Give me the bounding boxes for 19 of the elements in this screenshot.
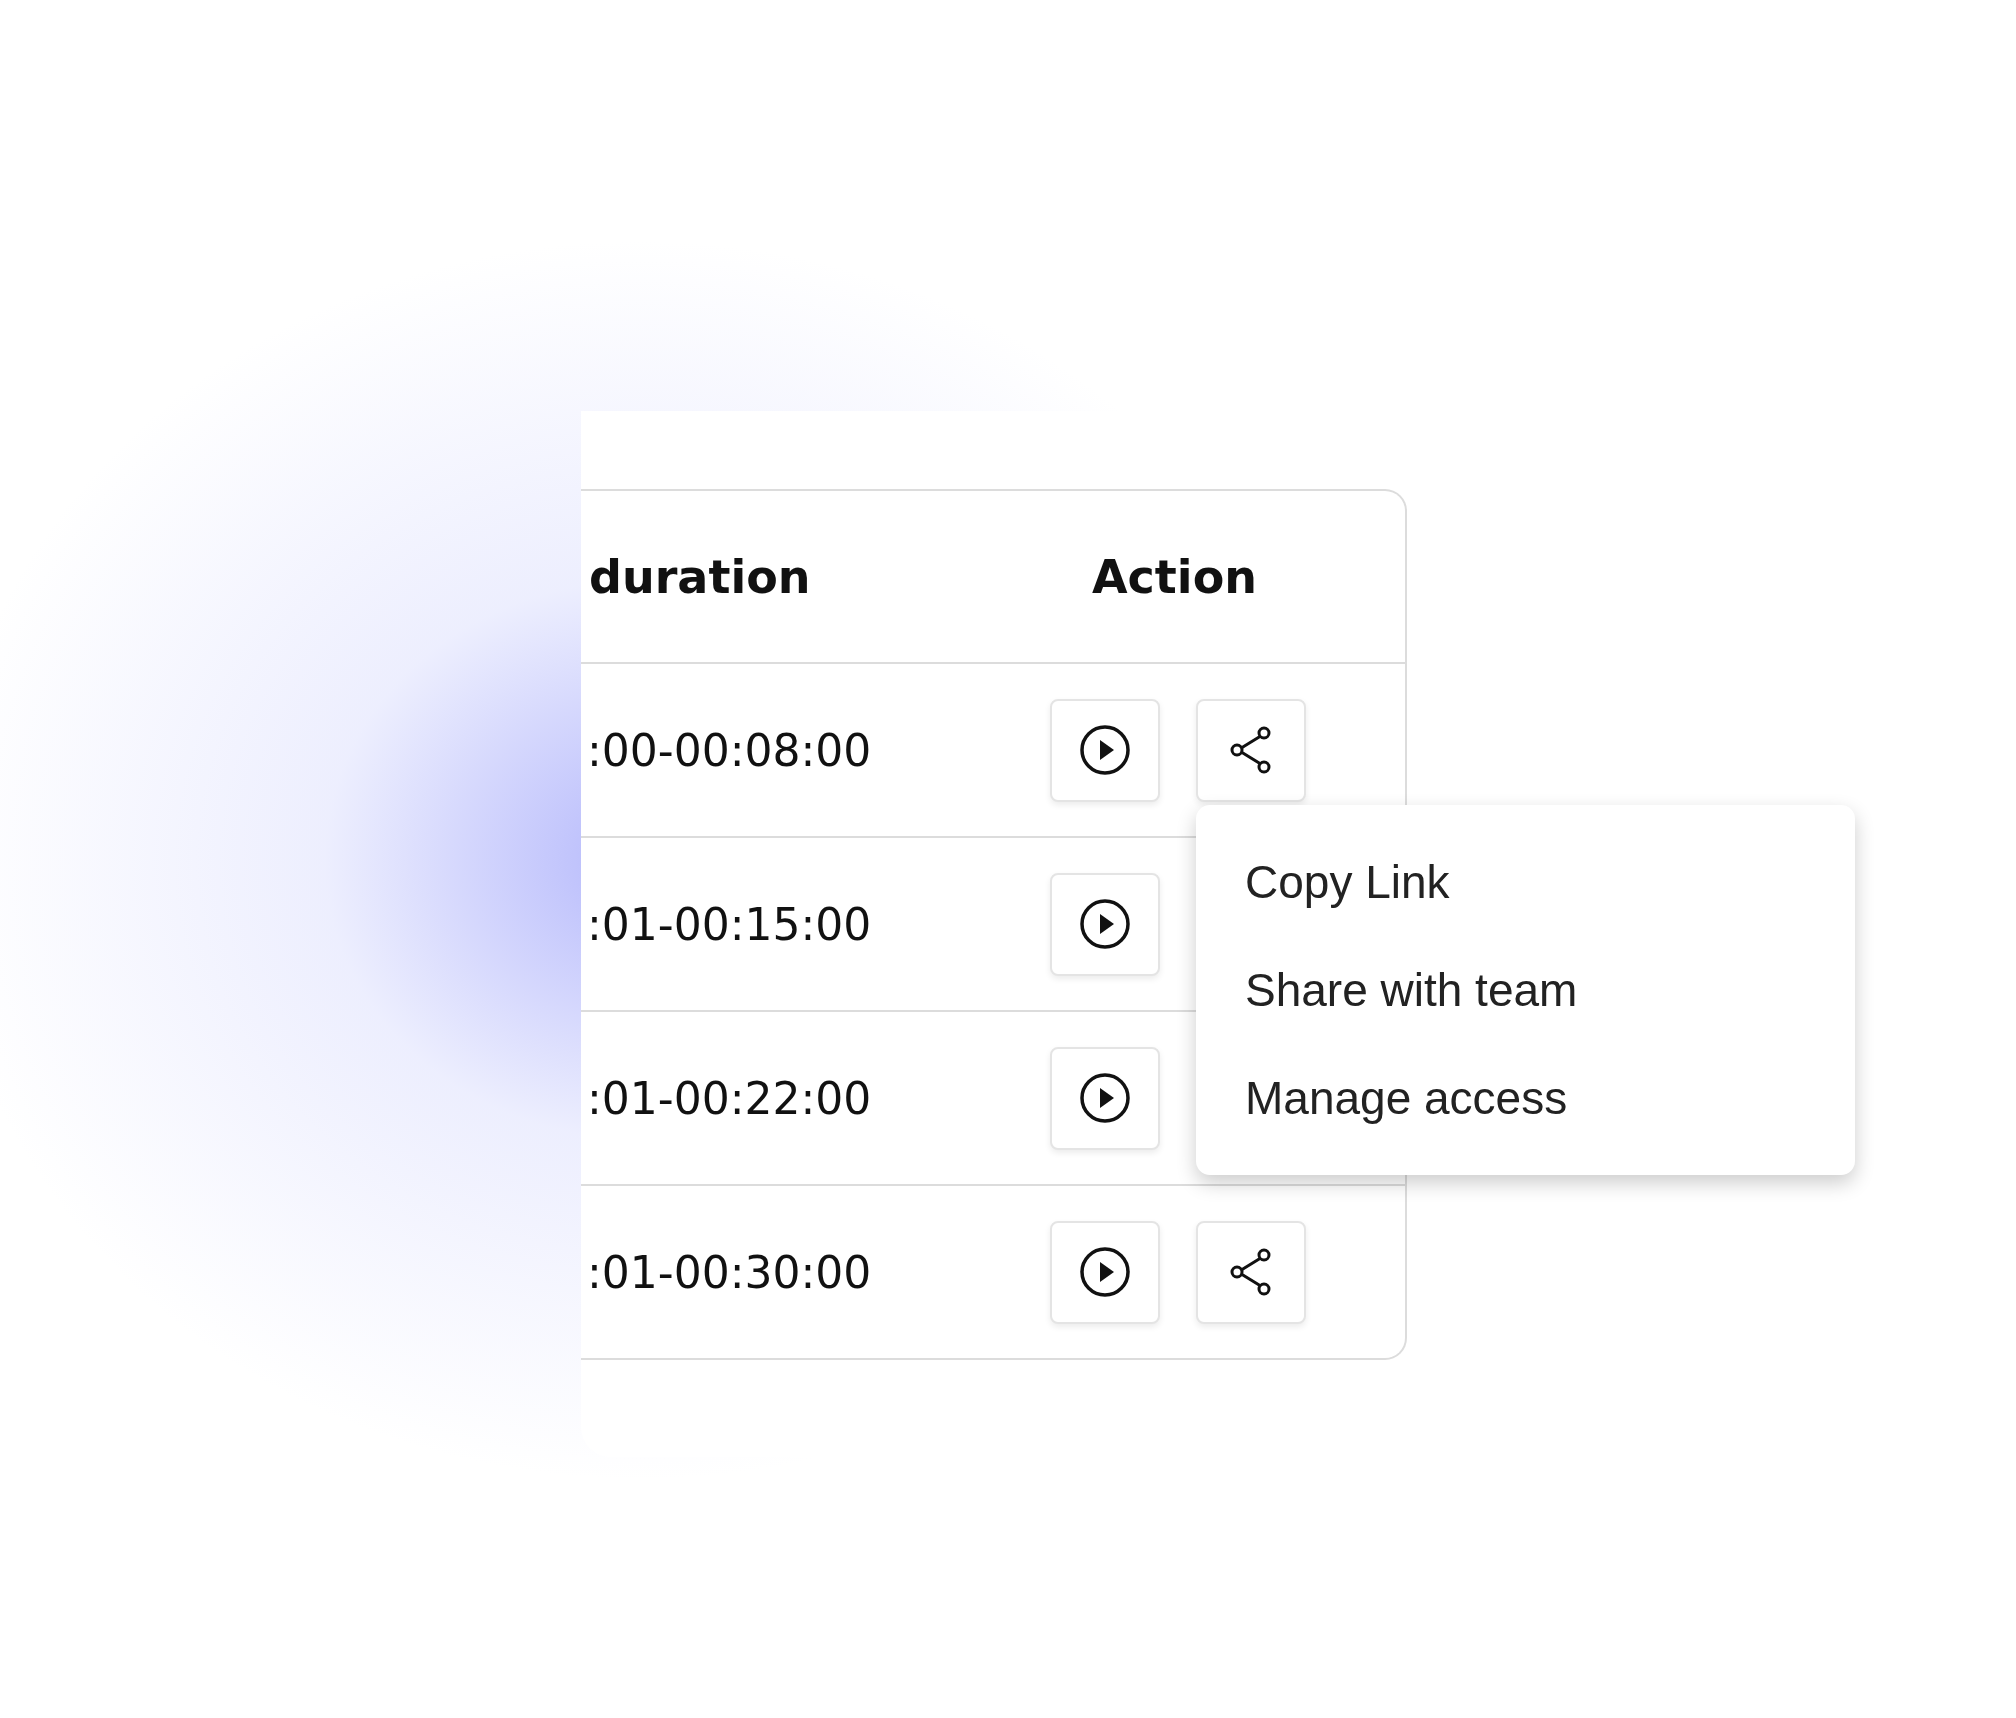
play-button[interactable] xyxy=(1050,1220,1160,1324)
play-icon xyxy=(1079,724,1131,776)
table-cell-text: :01-00:30:00 xyxy=(586,1246,872,1298)
menu-item[interactable]: Copy Link xyxy=(1245,855,1450,909)
play-icon xyxy=(1079,1246,1131,1298)
play-button[interactable] xyxy=(1050,872,1160,976)
share-button[interactable] xyxy=(1196,698,1306,802)
play-icon xyxy=(1079,1072,1131,1124)
table-cell-text: :01-00:22:00 xyxy=(586,1072,872,1124)
column-header: duration xyxy=(588,549,811,604)
menu-item[interactable]: Manage access xyxy=(1245,1071,1568,1125)
play-icon xyxy=(1079,898,1131,950)
share-button[interactable] xyxy=(1196,1220,1306,1324)
column-header: Action xyxy=(1092,549,1257,604)
table-cell-text: :00-00:08:00 xyxy=(586,724,872,776)
play-button[interactable] xyxy=(1050,1046,1160,1150)
table-cell-text: :01-00:15:00 xyxy=(586,898,872,950)
menu-item[interactable]: Share with team xyxy=(1245,963,1578,1017)
play-button[interactable] xyxy=(1050,698,1160,802)
